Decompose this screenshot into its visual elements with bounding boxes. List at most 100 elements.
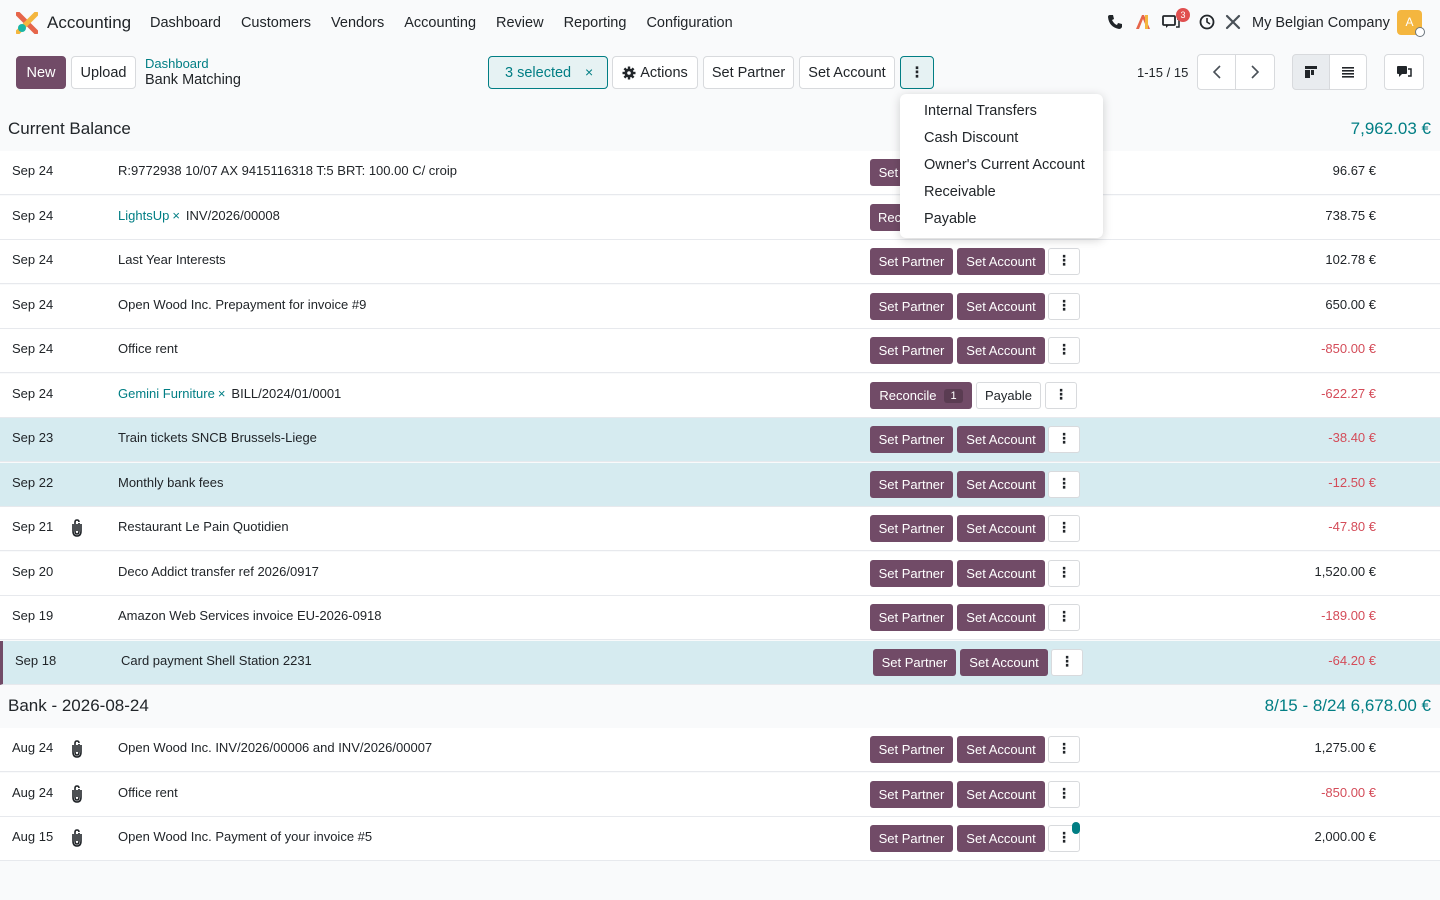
row-set-account-button[interactable]: Set Account bbox=[957, 781, 1045, 808]
statement-line-row[interactable]: Aug 24 Office rent Set PartnerSet Account -… bbox=[0, 773, 1440, 817]
company-switcher[interactable]: My Belgian Company bbox=[1252, 15, 1390, 31]
row-set-partner-button[interactable]: Set Partner bbox=[870, 515, 953, 542]
dropdown-item-cash-discount[interactable]: Cash Discount bbox=[900, 129, 1103, 156]
paperclip-icon[interactable] bbox=[69, 829, 85, 847]
dropdown-item-internal-transfers[interactable]: Internal Transfers bbox=[900, 102, 1103, 129]
row-set-partner-button[interactable]: Set Partner bbox=[870, 560, 953, 587]
row-label[interactable]: Open Wood Inc. INV/2026/00006 and INV/20… bbox=[118, 740, 432, 755]
statement-line-row[interactable]: Sep 24 Open Wood Inc. Prepayment for invo… bbox=[0, 285, 1440, 329]
row-set-partner-button[interactable]: Set Partner bbox=[873, 649, 956, 676]
row-partner[interactable]: LightsUp bbox=[118, 208, 169, 223]
row-set-account-button[interactable]: Set Account bbox=[960, 649, 1048, 676]
ai-icon[interactable] bbox=[1134, 13, 1152, 31]
row-set-account-button[interactable]: Set Account bbox=[957, 736, 1045, 763]
row-kebab-icon[interactable] bbox=[1045, 382, 1077, 409]
menu-item-configuration[interactable]: Configuration bbox=[646, 15, 732, 31]
row-kebab-icon[interactable] bbox=[1048, 560, 1080, 587]
row-kebab-icon[interactable] bbox=[1051, 649, 1083, 676]
row-label[interactable]: Train tickets SNCB Brussels-Liege bbox=[118, 430, 317, 445]
menu-item-accounting[interactable]: Accounting bbox=[404, 15, 476, 31]
row-set-account-button[interactable]: Set Account bbox=[957, 825, 1045, 852]
row-label[interactable]: Open Wood Inc. Payment of your invoice #… bbox=[118, 829, 372, 844]
row-set-partner-button[interactable]: Set Partner bbox=[870, 426, 953, 453]
upload-button[interactable]: Upload bbox=[71, 56, 136, 89]
row-kebab-icon[interactable] bbox=[1048, 337, 1080, 364]
statement-line-row[interactable]: Sep 18 Card payment Shell Station 2231 Set… bbox=[0, 641, 1440, 685]
row-set-partner-button[interactable]: Set Partner bbox=[870, 293, 953, 320]
row-set-partner-button[interactable]: Set Partner bbox=[870, 781, 953, 808]
menu-item-customers[interactable]: Customers bbox=[241, 15, 311, 31]
statement-line-row[interactable]: Sep 24LightsUp×INV/2026/00008Reconcile73… bbox=[0, 196, 1440, 240]
row-kebab-icon[interactable] bbox=[1048, 515, 1080, 542]
set-account-button[interactable]: Set Account bbox=[799, 56, 895, 89]
row-kebab-icon[interactable] bbox=[1048, 293, 1080, 320]
accounting-app-icon[interactable] bbox=[16, 12, 38, 34]
list-view-button[interactable] bbox=[1329, 54, 1367, 90]
pager-prev-button[interactable] bbox=[1197, 54, 1236, 90]
row-set-partner-button[interactable]: Set Partner bbox=[870, 337, 953, 364]
row-label[interactable]: Amazon Web Services invoice EU-2026-0918 bbox=[118, 608, 382, 623]
row-label[interactable]: Deco Addict transfer ref 2026/0917 bbox=[118, 564, 319, 579]
row-set-account-button[interactable]: Set Account bbox=[957, 471, 1045, 498]
row-label[interactable]: LightsUp × INV/2026/00008 bbox=[118, 208, 280, 223]
statement-line-row[interactable]: Sep 24 Last Year Interests Set Partner Set … bbox=[0, 240, 1440, 284]
dropdown-item-receivable[interactable]: Receivable bbox=[900, 183, 1103, 210]
row-kebab-icon[interactable] bbox=[1048, 426, 1080, 453]
menu-item-review[interactable]: Review bbox=[496, 15, 544, 31]
more-actions-kebab[interactable]: ⋮ bbox=[900, 56, 934, 89]
paperclip-icon[interactable] bbox=[69, 740, 85, 758]
row-set-account-button[interactable]: Set Account bbox=[957, 337, 1045, 364]
row-label[interactable]: Open Wood Inc. Prepayment for invoice #9 bbox=[118, 297, 366, 312]
row-label[interactable]: R:9772938 10/07 AX 9415116318 T:5 BRT: 1… bbox=[118, 163, 457, 178]
paperclip-icon[interactable] bbox=[69, 785, 85, 803]
menu-item-reporting[interactable]: Reporting bbox=[564, 15, 627, 31]
set-partner-button[interactable]: Set Partner bbox=[703, 56, 794, 89]
statement-line-row[interactable]: Sep 22 Monthly bank fees Set Partner Set Ac… bbox=[0, 463, 1440, 507]
clock-icon[interactable] bbox=[1198, 13, 1216, 31]
row-set-partner-button[interactable]: Set Partner bbox=[870, 471, 953, 498]
remove-partner-icon[interactable]: × bbox=[172, 208, 180, 223]
actions-button[interactable]: Actions bbox=[612, 56, 698, 89]
row-label[interactable]: Restaurant Le Pain Quotidien bbox=[118, 519, 289, 534]
phone-icon[interactable] bbox=[1106, 13, 1124, 31]
row-kebab-icon[interactable] bbox=[1048, 604, 1080, 631]
row-partner[interactable]: Gemini Furniture bbox=[118, 386, 215, 401]
row-label[interactable]: Office rent bbox=[118, 341, 178, 356]
statement-line-row[interactable]: Sep 19 Amazon Web Services invoice EU-202… bbox=[0, 596, 1440, 640]
row-label[interactable]: Last Year Interests bbox=[118, 252, 226, 267]
statement-line-row[interactable]: Sep 24 R:9772938 10/07 AX 9415116318 T:5 … bbox=[0, 151, 1440, 195]
app-name[interactable]: Accounting bbox=[47, 13, 131, 33]
chatter-toggle-button[interactable] bbox=[1384, 54, 1424, 90]
dropdown-item-payable[interactable]: Payable bbox=[900, 210, 1103, 237]
pager-value[interactable]: 1-15 / 15 bbox=[1137, 65, 1188, 80]
statement-line-row[interactable]: Sep 24 Office rent Set PartnerSet Account -… bbox=[0, 329, 1440, 373]
new-button[interactable]: New bbox=[16, 56, 66, 89]
dropdown-item-owners-current-account[interactable]: Owner's Current Account bbox=[900, 156, 1103, 183]
clear-selection-icon[interactable]: × bbox=[585, 64, 593, 80]
remove-partner-icon[interactable]: × bbox=[218, 386, 226, 401]
statement-line-row[interactable]: Aug 15 Open Wood Inc. Payment of your inv… bbox=[0, 817, 1440, 861]
kanban-view-button[interactable] bbox=[1292, 54, 1330, 90]
menu-item-vendors[interactable]: Vendors bbox=[331, 15, 384, 31]
row-set-partner-button[interactable]: Set Partner bbox=[870, 248, 953, 275]
row-kebab-icon[interactable] bbox=[1048, 248, 1080, 275]
tools-icon[interactable] bbox=[1224, 13, 1242, 31]
statement-line-row[interactable]: Sep 21 Restaurant Le Pain Quotidien Set Pa… bbox=[0, 507, 1440, 551]
row-set-account-button[interactable]: Set Account bbox=[957, 515, 1045, 542]
row-kebab-icon[interactable] bbox=[1048, 736, 1080, 763]
statement-line-row[interactable]: Sep 20 Deco Addict transfer ref 2026/0917… bbox=[0, 552, 1440, 596]
row-label[interactable]: Monthly bank fees bbox=[118, 475, 224, 490]
row-payable-button[interactable]: Payable bbox=[976, 382, 1041, 409]
pager-next-button[interactable] bbox=[1235, 54, 1275, 90]
statement-line-row[interactable]: Sep 24 Gemini Furniture × BILL/2024/01/0001… bbox=[0, 374, 1440, 418]
row-set-account-button[interactable]: Set Account bbox=[957, 248, 1045, 275]
row-kebab-icon[interactable] bbox=[1048, 781, 1080, 808]
row-reconcile-button[interactable]: Reconcile 1 bbox=[870, 382, 972, 409]
row-set-partner-button[interactable]: Set Partner bbox=[870, 736, 953, 763]
row-kebab-icon[interactable] bbox=[1048, 471, 1080, 498]
row-set-account-button[interactable]: Set Account bbox=[957, 426, 1045, 453]
menu-item-dashboard[interactable]: Dashboard bbox=[150, 15, 221, 31]
breadcrumb-dashboard[interactable]: Dashboard bbox=[145, 56, 209, 71]
row-set-account-button[interactable]: Set Account bbox=[957, 560, 1045, 587]
row-label[interactable]: Card payment Shell Station 2231 bbox=[121, 653, 312, 668]
